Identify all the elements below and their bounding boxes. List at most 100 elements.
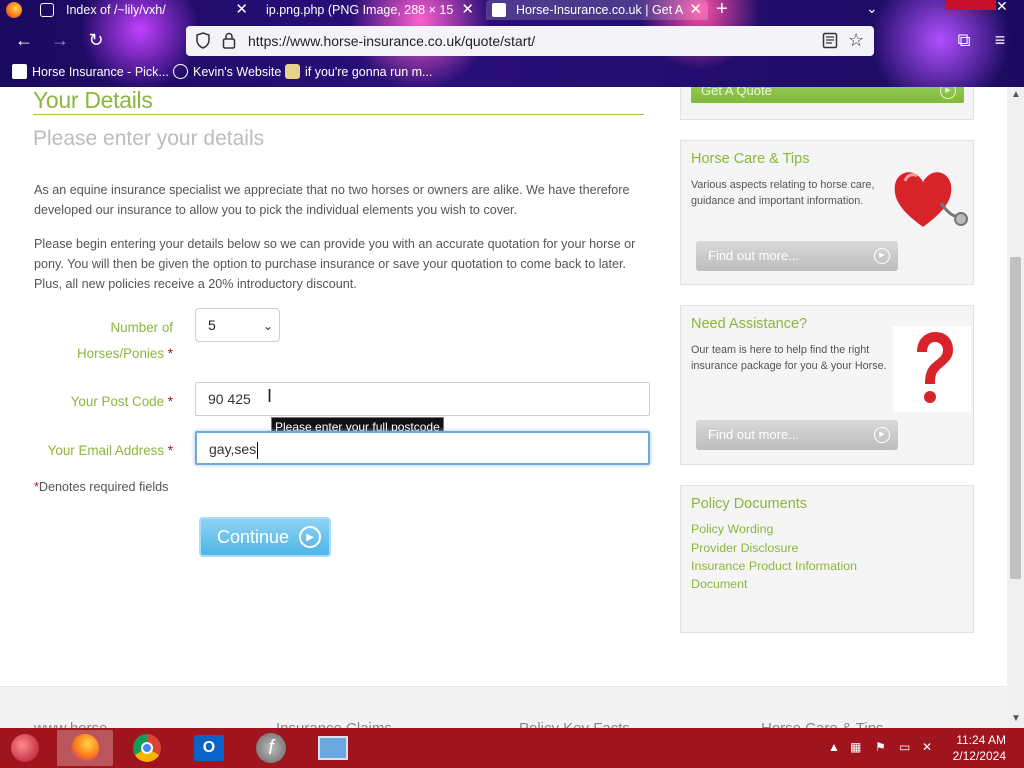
assistance-find-out-button[interactable]: Find out more... ▶: [696, 420, 898, 450]
bookmark-horse-insurance[interactable]: Horse Insurance - Pick...: [12, 64, 169, 79]
taskbar-flash[interactable]: f: [243, 730, 299, 766]
clock-time: 11:24 AM: [956, 733, 1006, 747]
extensions-icon[interactable]: ⧉: [952, 30, 976, 51]
horse-care-title: Horse Care & Tips: [691, 151, 810, 167]
scroll-down-icon[interactable]: ▼: [1011, 713, 1021, 724]
footer-link[interactable]: Insurance Claims: [276, 720, 392, 728]
horse-care-text: Various aspects relating to horse care, …: [691, 179, 875, 207]
bookmarks-bar: Horse Insurance - Pick... Kevin's Websit…: [0, 62, 1024, 84]
hamburger-menu-icon[interactable]: ≡: [988, 30, 1012, 51]
close-tab-icon[interactable]: ✕: [235, 0, 248, 18]
tab-title: Index of /~lily/vxh/: [66, 3, 166, 17]
url-bar[interactable]: https://www.horse-insurance.co.uk/quote/…: [186, 26, 874, 56]
reader-view-icon[interactable]: [822, 32, 838, 49]
taskbar-control-panel[interactable]: [305, 730, 361, 766]
horses-select-value: 5: [208, 317, 216, 333]
email-label: Your Email Address *: [20, 438, 173, 464]
intro-paragraph-1: As an equine insurance specialist we app…: [34, 183, 630, 217]
network-icon[interactable]: ▦: [850, 740, 861, 754]
continue-button[interactable]: Continue ▶: [199, 517, 331, 557]
page-subtitle: Please enter your details: [33, 127, 265, 150]
horse-favicon-icon: [12, 64, 27, 79]
display-icon[interactable]: ▭: [899, 740, 910, 754]
product-information-link-line2[interactable]: Document: [691, 575, 747, 593]
chrome-icon: [133, 734, 161, 762]
taskbar-chrome[interactable]: [119, 730, 175, 766]
email-label-text: Your Email Address: [47, 443, 165, 458]
horses-label: Number of Horses/Ponies *: [60, 315, 173, 367]
system-clock[interactable]: 11:24 AM 2/12/2024: [940, 732, 1006, 764]
tab-index-lily[interactable]: Index of /~lily/vxh/ ✕: [36, 0, 254, 20]
footer-link[interactable]: Policy Key Facts: [519, 720, 630, 728]
close-tab-icon[interactable]: ✕: [461, 0, 474, 18]
bookmark-label: if you're gonna run m...: [305, 64, 433, 79]
scroll-thumb[interactable]: [1010, 257, 1021, 579]
scroll-up-icon[interactable]: ▲: [1011, 89, 1021, 100]
provider-disclosure-link[interactable]: Provider Disclosure: [691, 539, 798, 557]
bookmark-label: Horse Insurance - Pick...: [32, 64, 169, 79]
policy-documents-title: Policy Documents: [691, 496, 808, 512]
find-out-more-label: Find out more...: [708, 427, 800, 442]
tab-title: ip.png.php (PNG Image, 288 × 15 p: [266, 3, 456, 17]
assistance-title: Need Assistance?: [691, 316, 808, 332]
postcode-input[interactable]: 90 425: [195, 382, 650, 416]
bookmark-gonna-run[interactable]: if you're gonna run m...: [285, 64, 432, 79]
tab-ip-png[interactable]: ip.png.php (PNG Image, 288 × 15 p ✕: [262, 0, 480, 20]
shield-icon[interactable]: [196, 32, 210, 49]
bookmark-kevins-website[interactable]: Kevin's Website: [173, 64, 281, 79]
footer-link[interactable]: www.horse-: [34, 720, 112, 728]
arrow-right-circle-icon: ▶: [940, 87, 956, 99]
bookmark-star-icon[interactable]: ☆: [848, 30, 864, 51]
horses-label-line2: Horses/Ponies: [76, 346, 165, 361]
reload-icon[interactable]: ↻: [84, 30, 108, 51]
firefox-menu-icon[interactable]: [6, 2, 22, 18]
close-tab-icon[interactable]: ✕: [689, 0, 702, 18]
policy-wording-link[interactable]: Policy Wording: [691, 520, 773, 538]
control-panel-icon: [318, 736, 348, 760]
text-caret: [257, 441, 259, 459]
start-button[interactable]: [0, 730, 50, 766]
postcode-label: Your Post Code *: [20, 389, 173, 415]
horse-favicon-icon: [492, 3, 506, 17]
title-divider: [33, 114, 644, 115]
postcode-label-text: Your Post Code: [70, 394, 165, 409]
footer: www.horse- Insurance Claims Policy Key F…: [0, 686, 1007, 728]
get-a-quote-button[interactable]: Get A Quote ▶: [691, 87, 964, 103]
get-a-quote-label: Get A Quote: [701, 87, 772, 98]
page-content: Your Details Please enter your details A…: [0, 87, 1007, 728]
page-title: Your Details: [33, 87, 153, 113]
back-arrow-icon[interactable]: ←: [12, 30, 36, 51]
continue-label: Continue: [217, 526, 290, 547]
heart-stethoscope-icon: [894, 172, 968, 227]
volume-muted-icon[interactable]: ✕: [922, 740, 932, 754]
taskbar-outlook[interactable]: O: [181, 730, 237, 766]
horses-select[interactable]: 5 ⌄: [195, 308, 280, 342]
horse-care-panel: Horse Care & Tips Various aspects relati…: [680, 140, 974, 285]
window-control[interactable]: [946, 0, 996, 10]
required-asterisk: *: [167, 394, 173, 409]
required-asterisk: *: [167, 346, 173, 361]
footer-link[interactable]: Horse Care & Tips: [761, 720, 884, 728]
page-scrollbar[interactable]: ▲ ▼: [1007, 87, 1024, 728]
flag-icon[interactable]: ⚑: [875, 740, 886, 754]
close-window-icon[interactable]: ✕: [996, 0, 1008, 15]
url-text[interactable]: https://www.horse-insurance.co.uk/quote/…: [248, 33, 535, 49]
find-out-more-label: Find out more...: [708, 248, 800, 263]
tab-horse-insurance[interactable]: Horse-Insurance.co.uk | Get A ✕: [486, 0, 708, 20]
assistance-text: Our team is here to help find the right …: [691, 344, 887, 372]
taskbar-firefox[interactable]: [57, 730, 113, 766]
taskbar: O f ▲ ▦ ⚑ ▭ ✕ 11:24 AM 2/12/2024: [0, 728, 1024, 768]
chevron-down-icon: ⌄: [262, 319, 273, 333]
show-hidden-icons-icon[interactable]: ▲: [828, 740, 840, 754]
email-input[interactable]: gay,ses: [195, 431, 650, 465]
product-information-link[interactable]: Insurance Product Information: [691, 557, 857, 575]
tab-list-chevron-icon[interactable]: ⌄: [866, 0, 878, 17]
horse-care-find-out-button[interactable]: Find out more... ▶: [696, 241, 898, 271]
lock-icon[interactable]: [222, 32, 236, 49]
required-note-text: Denotes required fields: [38, 480, 169, 494]
arrow-right-circle-icon: ▶: [299, 526, 322, 548]
arrow-right-circle-icon: ▶: [874, 248, 890, 264]
forward-arrow-icon[interactable]: →: [48, 30, 72, 51]
new-tab-icon[interactable]: +: [716, 0, 728, 21]
flash-icon: f: [256, 733, 286, 763]
